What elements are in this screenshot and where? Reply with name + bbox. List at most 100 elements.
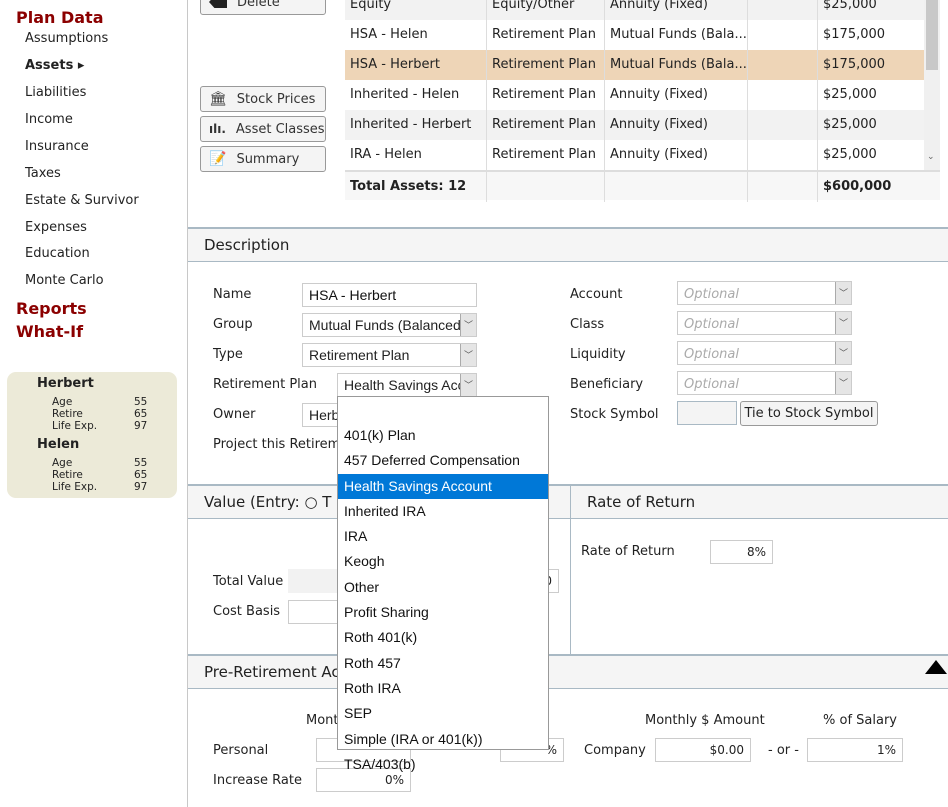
dropdown-option[interactable]: Profit Sharing bbox=[338, 600, 548, 625]
type-select[interactable]: Retirement Plan ﹀ bbox=[302, 343, 477, 367]
table-cell: $25,000 bbox=[823, 117, 877, 132]
dropdown-option[interactable]: Keogh bbox=[338, 549, 548, 574]
section-plan-data[interactable]: Plan Data bbox=[16, 8, 104, 27]
stock-symbol-label: Stock Symbol bbox=[570, 407, 659, 422]
nav-insurance[interactable]: Insurance bbox=[25, 139, 89, 154]
table-cell: Annuity (Fixed) bbox=[605, 0, 748, 20]
life-value: 97 bbox=[134, 481, 148, 493]
nav-assumptions[interactable]: Assumptions bbox=[25, 31, 108, 46]
table-cell bbox=[748, 0, 818, 20]
dropdown-option[interactable]: Roth IRA bbox=[338, 676, 548, 701]
nav-estate-survivor[interactable]: Estate & Survivor bbox=[25, 193, 139, 208]
dropdown-option[interactable]: Simple (IRA or 401(k)) bbox=[338, 727, 548, 752]
personal-label: Personal bbox=[213, 743, 269, 758]
table-cell: Annuity (Fixed) bbox=[605, 80, 748, 110]
monthly-header-partial: Mont bbox=[306, 713, 339, 728]
table-cell: IRA - Helen bbox=[345, 140, 487, 170]
nav-taxes[interactable]: Taxes bbox=[25, 166, 61, 181]
liquidity-select[interactable]: Optional ﹀ bbox=[677, 341, 852, 365]
dropdown-option[interactable]: 457 Deferred Compensation bbox=[338, 448, 548, 473]
beneficiary-label: Beneficiary bbox=[570, 377, 644, 392]
table-row[interactable]: HSA - Herbert Retirement Plan Mutual Funds… bbox=[345, 50, 924, 80]
tie-to-stock-symbol-button[interactable]: Tie to Stock Symbol bbox=[740, 401, 878, 426]
class-select[interactable]: Optional ﹀ bbox=[677, 311, 852, 335]
asset-classes-label: Asset Classes bbox=[235, 121, 325, 137]
dropdown-option[interactable]: Roth 401(k) bbox=[338, 625, 548, 650]
table-cell: $25,000 bbox=[823, 87, 877, 102]
dropdown-option[interactable]: Roth 457 bbox=[338, 651, 548, 676]
rate-of-return-input[interactable]: 8% bbox=[710, 540, 773, 564]
account-label: Account bbox=[570, 287, 623, 302]
dropdown-option[interactable]: Inherited IRA bbox=[338, 499, 548, 524]
table-cell: Mutual Funds (Bala... bbox=[605, 50, 748, 80]
class-label: Class bbox=[570, 317, 605, 332]
total-value: $600,000 bbox=[823, 179, 892, 194]
section-what-if[interactable]: What-If bbox=[16, 322, 83, 341]
table-cell: Inherited - Helen bbox=[345, 80, 487, 110]
nav-expenses[interactable]: Expenses bbox=[25, 220, 87, 235]
company-percent-input[interactable]: 1% bbox=[807, 738, 903, 762]
delete-label: Delete bbox=[237, 0, 280, 10]
chevron-down-icon: ﹀ bbox=[835, 282, 851, 304]
table-cell: Equity/Other bbox=[487, 0, 605, 20]
nav-income[interactable]: Income bbox=[25, 112, 73, 127]
summary-button[interactable]: 📝 Summary bbox=[200, 146, 326, 172]
pre-retirement-header: Pre-Retirement Ac bbox=[188, 654, 948, 689]
dropdown-option[interactable]: IRA bbox=[338, 524, 548, 549]
nav-education[interactable]: Education bbox=[25, 246, 90, 261]
table-cell bbox=[605, 172, 748, 202]
table-row[interactable]: IRA - Helen Retirement Plan Annuity (Fixed… bbox=[345, 140, 924, 170]
nav-assets[interactable]: Assets ▸ bbox=[25, 58, 84, 73]
beneficiary-placeholder: Optional bbox=[684, 377, 739, 392]
table-cell: Annuity (Fixed) bbox=[605, 140, 748, 170]
name-input[interactable]: HSA - Herbert bbox=[302, 283, 477, 307]
dropdown-option[interactable]: 401(k) Plan bbox=[338, 423, 548, 448]
group-select[interactable]: Mutual Funds (Balanced ﹀ bbox=[302, 313, 477, 337]
nav-monte-carlo[interactable]: Monte Carlo bbox=[25, 273, 104, 288]
stock-prices-button[interactable]: 🏛 Stock Prices bbox=[200, 86, 326, 112]
person-name: Herbert bbox=[37, 376, 94, 391]
increase-rate-label: Increase Rate bbox=[213, 773, 302, 788]
table-cell bbox=[748, 172, 818, 202]
salary-percent-header: % of Salary bbox=[823, 713, 897, 728]
retire-value: 65 bbox=[134, 408, 148, 420]
section-reports[interactable]: Reports bbox=[16, 299, 87, 318]
chevron-down-icon: ﹀ bbox=[460, 314, 476, 336]
dropdown-option[interactable]: Other bbox=[338, 575, 548, 600]
table-cell: Retirement Plan bbox=[487, 110, 605, 140]
table-cell: Retirement Plan bbox=[487, 80, 605, 110]
table-cell: $175,000 bbox=[823, 27, 886, 42]
company-amount-input[interactable]: $0.00 bbox=[655, 738, 751, 762]
collapse-triangle-icon[interactable] bbox=[925, 660, 947, 674]
scroll-down-icon[interactable]: ⌄ bbox=[927, 152, 935, 162]
table-cell bbox=[748, 50, 818, 80]
monthly-amount-header: Monthly $ Amount bbox=[645, 713, 765, 728]
account-select[interactable]: Optional ﹀ bbox=[677, 281, 852, 305]
table-cell: Equity bbox=[345, 0, 487, 20]
group-label: Group bbox=[213, 317, 253, 332]
table-cell bbox=[487, 172, 605, 202]
table-row[interactable]: Inherited - Helen Retirement Plan Annuity … bbox=[345, 80, 924, 110]
table-row[interactable]: HSA - Helen Retirement Plan Mutual Funds (… bbox=[345, 20, 924, 50]
table-cell bbox=[748, 110, 818, 140]
table-row[interactable]: Inherited - Herbert Retirement Plan Annuit… bbox=[345, 110, 924, 140]
retirement-plan-dropdown[interactable]: 401(k) Plan 457 Deferred Compensation Heal… bbox=[337, 396, 549, 772]
table-cell: $25,000 bbox=[823, 147, 877, 162]
dropdown-option[interactable]: TSA/403(b) bbox=[338, 752, 548, 777]
table-row[interactable]: Equity Equity/Other Annuity (Fixed) $25,000 bbox=[345, 0, 924, 20]
dropdown-option[interactable]: Health Savings Account bbox=[338, 473, 548, 499]
dropdown-option[interactable]: SEP bbox=[338, 701, 548, 726]
scrollbar[interactable]: ⌄ bbox=[924, 0, 940, 170]
scrollbar-thumb[interactable] bbox=[926, 0, 938, 70]
nav-liabilities[interactable]: Liabilities bbox=[25, 85, 86, 100]
asset-classes-button[interactable]: ılı. Asset Classes bbox=[200, 116, 326, 142]
company-label: Company bbox=[584, 743, 646, 758]
age-label: Age bbox=[52, 457, 73, 469]
age-value: 55 bbox=[134, 396, 148, 408]
delete-button[interactable]: Delete bbox=[200, 0, 326, 15]
name-label: Name bbox=[213, 287, 252, 302]
stock-symbol-input[interactable] bbox=[677, 401, 737, 425]
beneficiary-select[interactable]: Optional ﹀ bbox=[677, 371, 852, 395]
retirement-plan-select[interactable]: Health Savings Account﹀ bbox=[337, 373, 477, 397]
table-cell: $175,000 bbox=[823, 57, 886, 72]
